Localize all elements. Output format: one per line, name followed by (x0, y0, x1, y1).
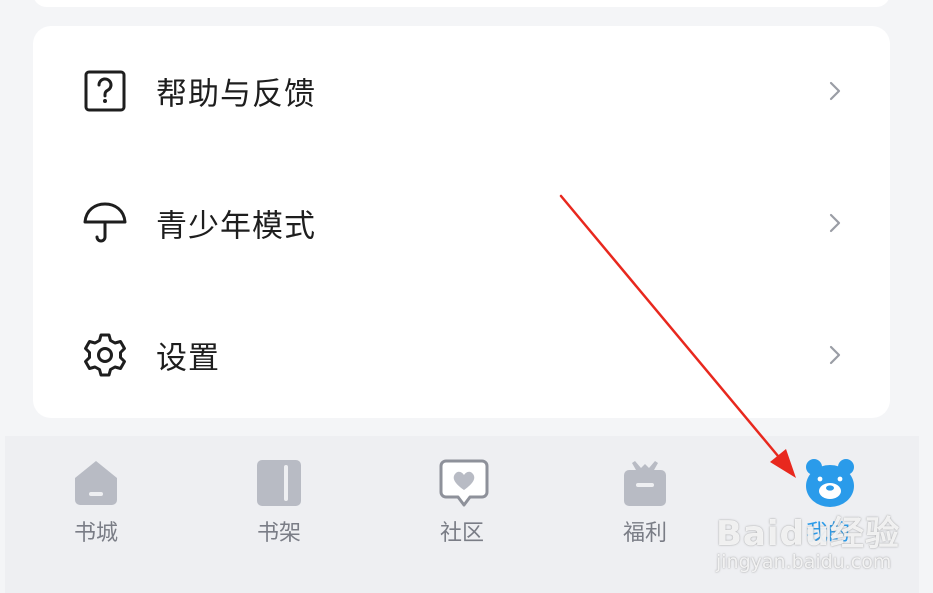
menu-item-label: 帮助与反馈 (156, 76, 316, 113)
umbrella-icon (81, 199, 129, 247)
menu-item-label: 青少年模式 (156, 208, 316, 245)
welfare-gift-icon (621, 458, 669, 508)
tab-me[interactable]: 我的 (768, 458, 888, 558)
tab-label: 书城 (73, 521, 118, 546)
tab-label: 福利 (622, 521, 667, 546)
tab-label: 我的 (805, 521, 850, 546)
gear-icon (81, 331, 129, 379)
menu-item-teen-mode[interactable]: 青少年模式 (33, 168, 890, 278)
tab-bookstore[interactable]: 书城 (36, 458, 156, 558)
tab-bookshelf[interactable]: 书架 (219, 458, 339, 558)
bookstore-house-icon (72, 458, 120, 508)
menu-item-settings[interactable]: 设置 (33, 300, 890, 410)
tab-community[interactable]: 社区 (402, 458, 522, 558)
chevron-right-icon (828, 212, 842, 234)
bottom-tab-bar: 书城 书架 社区 福利 我的 (5, 436, 919, 593)
community-heart-chat-icon (438, 458, 489, 508)
chevron-right-icon (828, 344, 842, 366)
tab-label: 社区 (439, 521, 484, 546)
bookshelf-book-icon (255, 458, 303, 508)
previous-card (33, 0, 890, 7)
bear-profile-icon (804, 458, 854, 508)
menu-item-help-feedback[interactable]: 帮助与反馈 (33, 36, 890, 146)
tab-welfare[interactable]: 福利 (585, 458, 705, 558)
tab-label: 书架 (256, 521, 301, 546)
chevron-right-icon (828, 80, 842, 102)
menu-item-label: 设置 (156, 340, 220, 377)
help-question-icon (81, 67, 129, 115)
settings-menu-card: 帮助与反馈 青少年模式 设置 (33, 26, 890, 418)
